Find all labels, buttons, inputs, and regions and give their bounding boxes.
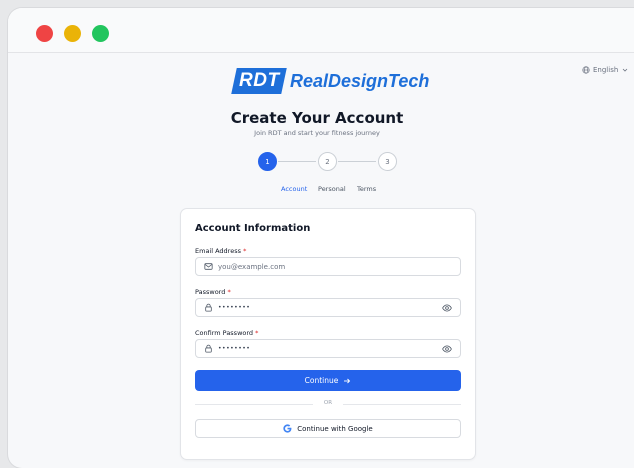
progress-stepper: 1 2 3 (258, 152, 398, 171)
eye-icon[interactable] (442, 344, 452, 354)
or-divider-text: OR (323, 400, 333, 406)
step-label-personal[interactable]: Personal (318, 185, 346, 193)
email-field[interactable]: you@example.com (195, 257, 461, 276)
email-label-text: Email Address (195, 247, 241, 255)
minimize-window-button[interactable] (64, 25, 81, 42)
step-3-indicator[interactable]: 3 (378, 152, 397, 171)
password-field[interactable]: •••••••• (195, 298, 461, 317)
step-label-terms[interactable]: Terms (357, 185, 376, 193)
page-title: Create Your Account (230, 109, 404, 127)
brand-logo: RDT RealDesignTech (231, 68, 430, 94)
language-selector[interactable]: English (582, 66, 629, 74)
signup-form-card: Account Information Email Address * you@… (180, 208, 476, 460)
lock-icon (205, 303, 212, 312)
confirm-password-value: •••••••• (218, 345, 251, 352)
confirm-password-label: Confirm Password * (195, 329, 258, 337)
form-title: Account Information (195, 223, 311, 234)
close-window-button[interactable] (36, 25, 53, 42)
mail-icon (204, 263, 213, 270)
page-subtitle: Join RDT and start your fitness journey (254, 129, 380, 137)
brand-mark-text: RDT (238, 70, 280, 91)
required-mark: * (227, 288, 231, 296)
divider-line (343, 404, 461, 405)
maximize-window-button[interactable] (92, 25, 109, 42)
step-connector (278, 161, 316, 162)
required-mark: * (243, 247, 247, 255)
google-button-label: Continue with Google (297, 424, 373, 433)
or-divider: OR (195, 399, 461, 409)
language-label: English (593, 66, 619, 74)
eye-icon[interactable] (442, 303, 452, 313)
confirm-password-field[interactable]: •••••••• (195, 339, 461, 358)
step-2-indicator[interactable]: 2 (318, 152, 337, 171)
password-label: Password * (195, 288, 231, 296)
continue-button[interactable]: Continue (195, 370, 461, 391)
required-mark: * (255, 329, 259, 337)
brand-name: RealDesignTech (290, 70, 430, 91)
password-label-text: Password (195, 288, 226, 296)
chevron-down-icon (622, 68, 628, 72)
step-1-indicator[interactable]: 1 (258, 152, 277, 171)
lock-icon (205, 344, 212, 353)
arrow-right-icon (344, 378, 351, 383)
title-bar (8, 8, 634, 53)
continue-with-google-button[interactable]: Continue with Google (195, 419, 461, 438)
google-icon (283, 424, 292, 433)
globe-icon (582, 66, 590, 74)
email-placeholder: you@example.com (218, 262, 286, 271)
step-label-account[interactable]: Account (281, 185, 307, 193)
step-connector (338, 161, 376, 162)
brand-mark: RDT (231, 68, 287, 94)
continue-button-label: Continue (304, 376, 339, 385)
email-label: Email Address * (195, 247, 246, 255)
password-value: •••••••• (218, 304, 251, 311)
confirm-password-label-text: Confirm Password (195, 329, 254, 337)
